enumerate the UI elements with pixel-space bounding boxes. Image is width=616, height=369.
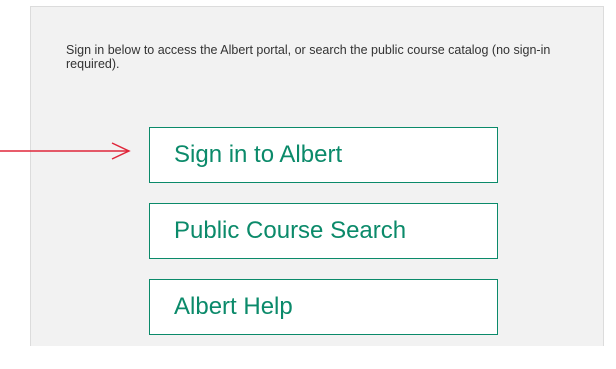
albert-help-button[interactable]: Albert Help xyxy=(149,279,498,335)
public-course-search-button[interactable]: Public Course Search xyxy=(149,203,498,259)
sign-in-button[interactable]: Sign in to Albert xyxy=(149,127,498,183)
right-arrow-icon xyxy=(0,142,131,160)
portal-panel: Sign in below to access the Albert porta… xyxy=(30,6,604,346)
intro-text: Sign in below to access the Albert porta… xyxy=(66,43,551,71)
